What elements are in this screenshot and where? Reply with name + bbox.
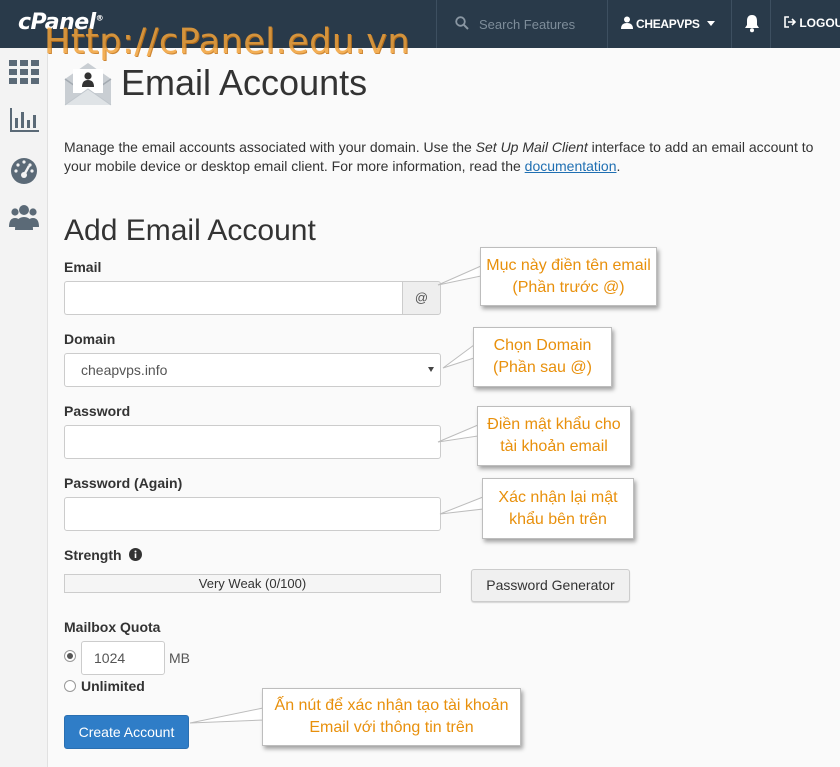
- stats-chart-icon[interactable]: [9, 106, 39, 134]
- user-menu[interactable]: CHEAPVPS: [609, 0, 732, 48]
- strength-label: Strength: [64, 547, 143, 563]
- callout-domain: Chọn Domain (Phần sau @): [473, 327, 612, 387]
- dropdown-arrow-icon: [428, 367, 434, 372]
- create-account-button[interactable]: Create Account: [64, 715, 189, 749]
- unlimited-label: Unlimited: [81, 678, 145, 694]
- password-input[interactable]: [64, 425, 441, 459]
- logout-link[interactable]: LOGOUT: [784, 16, 840, 30]
- callout-password-again: Xác nhận lại mật khẩu bên trên: [482, 478, 634, 539]
- top-navbar: cPanel® CHEAPVPS LOGOUT: [0, 0, 840, 48]
- email-label: Email: [64, 259, 102, 275]
- password-again-input[interactable]: [64, 497, 441, 531]
- domain-select[interactable]: cheapvps.info: [64, 353, 441, 387]
- password-label: Password: [64, 403, 131, 419]
- quota-limited-radio[interactable]: [64, 650, 76, 662]
- page-title: Email Accounts: [121, 62, 368, 103]
- email-envelope-icon: [64, 63, 112, 106]
- domain-label: Domain: [64, 331, 116, 347]
- mailbox-quota-label: Mailbox Quota: [64, 619, 161, 635]
- domain-selected-value: cheapvps.info: [81, 362, 168, 378]
- main-content: Email Accounts Manage the email accounts…: [49, 48, 840, 767]
- intro-text-2: interface to add an email account to: [587, 139, 814, 155]
- search-features: [436, 0, 608, 48]
- logout-icon: [784, 16, 796, 28]
- callout-password: Điền mật khẩu cho tài khoản email: [477, 406, 631, 466]
- password-again-label: Password (Again): [64, 475, 183, 491]
- users-icon[interactable]: [9, 203, 39, 231]
- logout-label: LOGOUT: [799, 16, 840, 30]
- chevron-down-icon: [707, 21, 715, 26]
- intro-text-1: Manage the email accounts associated wit…: [64, 139, 476, 155]
- quota-unlimited-radio[interactable]: [64, 680, 76, 692]
- logo-text: cPanel: [18, 10, 96, 35]
- intro-text-end: .: [616, 158, 621, 174]
- search-input[interactable]: [479, 14, 599, 34]
- email-input[interactable]: [64, 281, 402, 315]
- apps-grid-icon[interactable]: [9, 58, 39, 86]
- documentation-link[interactable]: documentation: [525, 158, 617, 174]
- search-icon: [455, 16, 469, 30]
- sidebar: [0, 48, 48, 767]
- strength-label-text: Strength: [64, 547, 122, 563]
- notifications-button[interactable]: [733, 0, 771, 48]
- dashboard-gauge-icon[interactable]: [9, 156, 39, 184]
- set-up-mail-client-text: Set Up Mail Client: [475, 139, 588, 155]
- intro-text-3: your mobile device or desktop email clie…: [64, 158, 525, 174]
- password-generator-button[interactable]: Password Generator: [471, 569, 630, 602]
- bell-icon: [745, 15, 759, 33]
- info-icon[interactable]: [129, 548, 143, 561]
- callout-create-account: Ấn nút để xác nhận tạo tài khoản Email v…: [262, 688, 521, 746]
- cpanel-logo[interactable]: cPanel®: [18, 10, 104, 35]
- at-sign-addon: @: [402, 281, 441, 315]
- quota-input[interactable]: [81, 641, 165, 675]
- page-description: Manage the email accounts associated wit…: [64, 138, 840, 176]
- section-title: Add Email Account: [64, 214, 316, 247]
- password-strength-meter: Very Weak (0/100): [64, 574, 441, 593]
- callout-email: Mục này điền tên email (Phần trước @): [480, 247, 657, 306]
- username: CHEAPVPS: [636, 17, 700, 31]
- user-icon: [621, 16, 633, 29]
- quota-unit: MB: [169, 650, 190, 666]
